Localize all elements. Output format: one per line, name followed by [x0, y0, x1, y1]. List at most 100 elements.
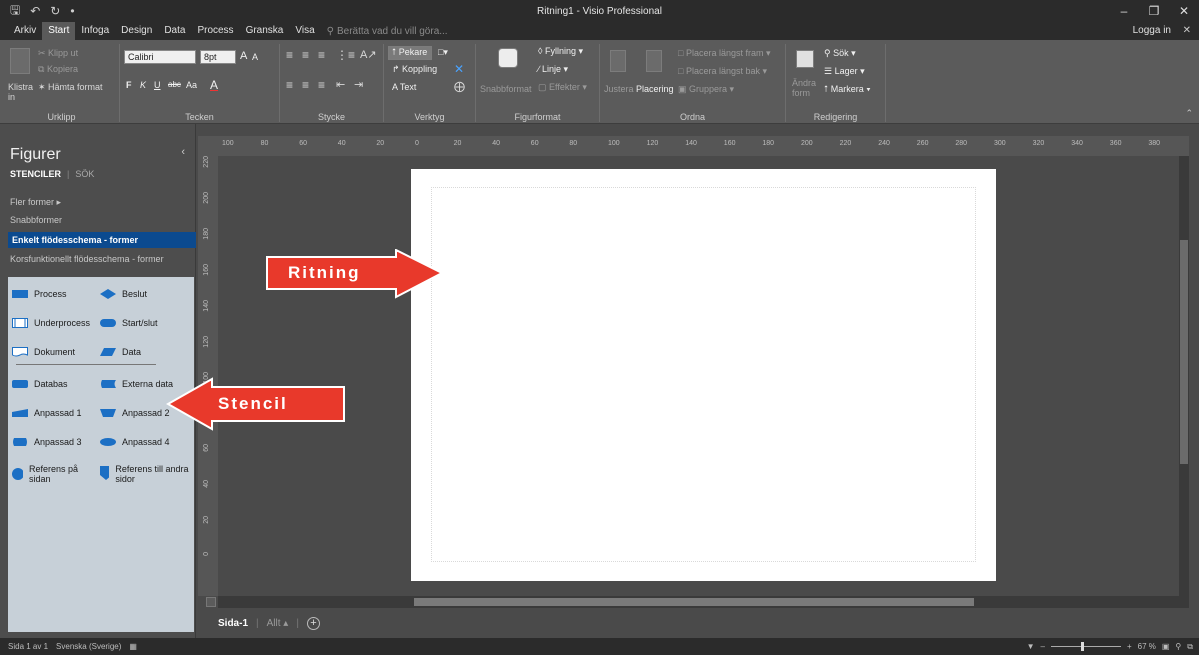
cross-functional-stencil[interactable]: Korsfunktionellt flödesschema - former — [10, 254, 164, 264]
find-button[interactable]: ⚲ Sök ▾ — [824, 48, 856, 59]
shape-custom3[interactable]: Anpassad 3 — [12, 437, 82, 447]
shape-custom4[interactable]: Anpassad 4 — [100, 437, 170, 447]
layers-button[interactable]: ☰ Lager ▾ — [824, 66, 865, 77]
tab-infoga[interactable]: Infoga — [75, 22, 115, 40]
tab-data[interactable]: Data — [158, 22, 191, 40]
collapse-ribbon-icon[interactable]: ⌃ — [1185, 108, 1193, 119]
zoom-level[interactable]: 67 % — [1138, 642, 1156, 651]
shape-custom1[interactable]: Anpassad 1 — [12, 408, 82, 418]
fit-filter-icon[interactable]: ▼ — [1027, 642, 1035, 651]
font-family-select[interactable]: Calibri — [124, 50, 196, 64]
align-middle-icon[interactable]: ≡ — [302, 78, 309, 92]
shape-external-data[interactable]: Externa data — [100, 379, 173, 389]
bold-button[interactable]: F — [126, 80, 132, 90]
redo-icon[interactable]: ↻ — [50, 4, 60, 18]
shape-data[interactable]: Data — [100, 347, 141, 357]
add-page-icon[interactable]: + — [306, 616, 320, 630]
effects-button[interactable]: ▢ Effekter ▾ — [538, 82, 587, 93]
cut-button[interactable]: ✂ Klipp ut — [38, 48, 78, 59]
send-back-button[interactable]: □ Placera längst bak ▾ — [678, 66, 767, 77]
macro-icon[interactable]: ▦ — [129, 642, 137, 651]
collapse-panel-icon[interactable]: ‹ — [181, 146, 185, 158]
copy-button[interactable]: ⧉ Kopiera — [38, 64, 78, 75]
tell-me-box[interactable]: ⚲ Berätta vad du vill göra... — [327, 26, 448, 37]
all-pages-button[interactable]: Allt ▴ — [267, 618, 289, 629]
login-link[interactable]: Logga in — [1133, 22, 1171, 40]
tab-page-1[interactable]: Sida-1 — [218, 618, 248, 629]
zoom-out-icon[interactable]: – — [1041, 642, 1045, 651]
bring-front-button[interactable]: □ Placera längst fram ▾ — [678, 48, 771, 59]
quick-styles-icon[interactable] — [498, 48, 518, 68]
position-button[interactable]: Placering — [636, 84, 674, 94]
vertical-scrollbar[interactable] — [1179, 156, 1189, 596]
tab-search[interactable]: SÖK — [75, 169, 94, 179]
language-indicator[interactable]: Svenska (Sverige) — [56, 642, 121, 651]
zoom-slider-thumb[interactable] — [1080, 642, 1084, 651]
paste-icon[interactable] — [10, 48, 30, 74]
connector-tool-button[interactable]: ↱ Koppling — [392, 64, 437, 75]
horizontal-scroll-thumb[interactable] — [414, 598, 974, 606]
line-button[interactable]: ∕ Linje ▾ — [538, 64, 568, 75]
position-icon[interactable] — [646, 50, 662, 72]
shape-process[interactable]: Process — [12, 289, 67, 299]
quick-shapes-link[interactable]: Snabbformer — [10, 215, 62, 225]
align-top-icon[interactable]: ≡ — [286, 78, 293, 92]
change-shape-button[interactable]: Ändra form — [792, 78, 816, 98]
drawing-canvas[interactable] — [218, 156, 1189, 596]
bullets-icon[interactable]: ⋮≡ — [336, 48, 355, 62]
drawing-page[interactable] — [411, 169, 996, 581]
paste-button[interactable]: Klistra in — [8, 82, 38, 102]
shape-off-page-reference[interactable]: Referens till andra sidor — [100, 464, 190, 484]
tab-granska[interactable]: Granska — [240, 22, 290, 40]
scroll-left-button[interactable] — [206, 597, 216, 607]
change-shape-icon[interactable] — [796, 50, 814, 68]
horizontal-scrollbar[interactable] — [206, 596, 1189, 608]
page-indicator[interactable]: Sida 1 av 1 — [8, 642, 48, 651]
shape-on-page-reference[interactable]: Referens på sidan — [12, 464, 96, 484]
text-tool-button[interactable]: A Text — [392, 82, 416, 92]
close-icon[interactable]: ✕ — [1169, 0, 1199, 22]
selected-stencil[interactable]: Enkelt flödesschema - former — [8, 232, 196, 248]
align-center-icon[interactable]: ≡ — [302, 48, 309, 62]
restore-icon[interactable]: ❐ — [1139, 0, 1169, 22]
customize-icon[interactable]: • — [70, 4, 74, 18]
align-bottom-icon[interactable]: ≡ — [318, 78, 325, 92]
italic-button[interactable]: K — [140, 80, 146, 90]
align-icon[interactable] — [610, 50, 626, 72]
grow-font-button[interactable]: A — [240, 50, 247, 62]
align-right-icon[interactable]: ≡ — [318, 48, 325, 62]
zoom-in-icon[interactable]: + — [1127, 642, 1132, 651]
close-icon[interactable]: ✕ — [1183, 22, 1191, 40]
connection-point-icon[interactable]: ⨁ — [454, 80, 465, 93]
align-button[interactable]: Justera — [604, 84, 634, 94]
switch-windows-icon[interactable]: ⧉ — [1187, 642, 1193, 652]
more-shapes-link[interactable]: Fler former ▸ — [10, 197, 61, 208]
vertical-scroll-thumb[interactable] — [1180, 240, 1188, 464]
minimize-icon[interactable]: – — [1109, 0, 1139, 22]
tab-stencils[interactable]: STENCILER — [10, 169, 61, 179]
shape-custom2[interactable]: Anpassad 2 — [100, 408, 170, 418]
shape-start-end[interactable]: Start/slut — [100, 318, 158, 328]
tab-process[interactable]: Process — [191, 22, 239, 40]
underline-button[interactable]: U — [154, 80, 161, 90]
increase-indent-icon[interactable]: ⇥ — [354, 78, 363, 91]
strikethrough-button[interactable]: abc — [168, 80, 181, 89]
pan-zoom-icon[interactable]: ⚲ — [1175, 642, 1181, 651]
tab-visa[interactable]: Visa — [289, 22, 320, 40]
tab-start[interactable]: Start — [42, 22, 76, 40]
shape-decision[interactable]: Beslut — [100, 289, 147, 299]
delete-icon[interactable]: ✕ — [454, 62, 464, 76]
font-color-button[interactable]: A — [210, 78, 218, 92]
quick-styles-button[interactable]: Snabbformat — [480, 84, 532, 94]
font-size-select[interactable]: 8pt — [200, 50, 236, 64]
shape-document[interactable]: Dokument — [12, 347, 75, 357]
rectangle-tool-icon[interactable]: □▾ — [438, 47, 448, 58]
tab-design[interactable]: Design — [115, 22, 158, 40]
shape-subprocess[interactable]: Underprocess — [12, 318, 90, 328]
fit-page-icon[interactable]: ▣ — [1162, 642, 1170, 651]
tab-arkiv[interactable]: Arkiv — [8, 22, 42, 40]
select-button[interactable]: ⭡ Markera ▾ — [824, 84, 871, 95]
decrease-indent-icon[interactable]: ⇤ — [336, 78, 345, 91]
align-left-icon[interactable]: ≡ — [286, 48, 293, 62]
save-icon[interactable]: 🖫 — [10, 1, 20, 22]
